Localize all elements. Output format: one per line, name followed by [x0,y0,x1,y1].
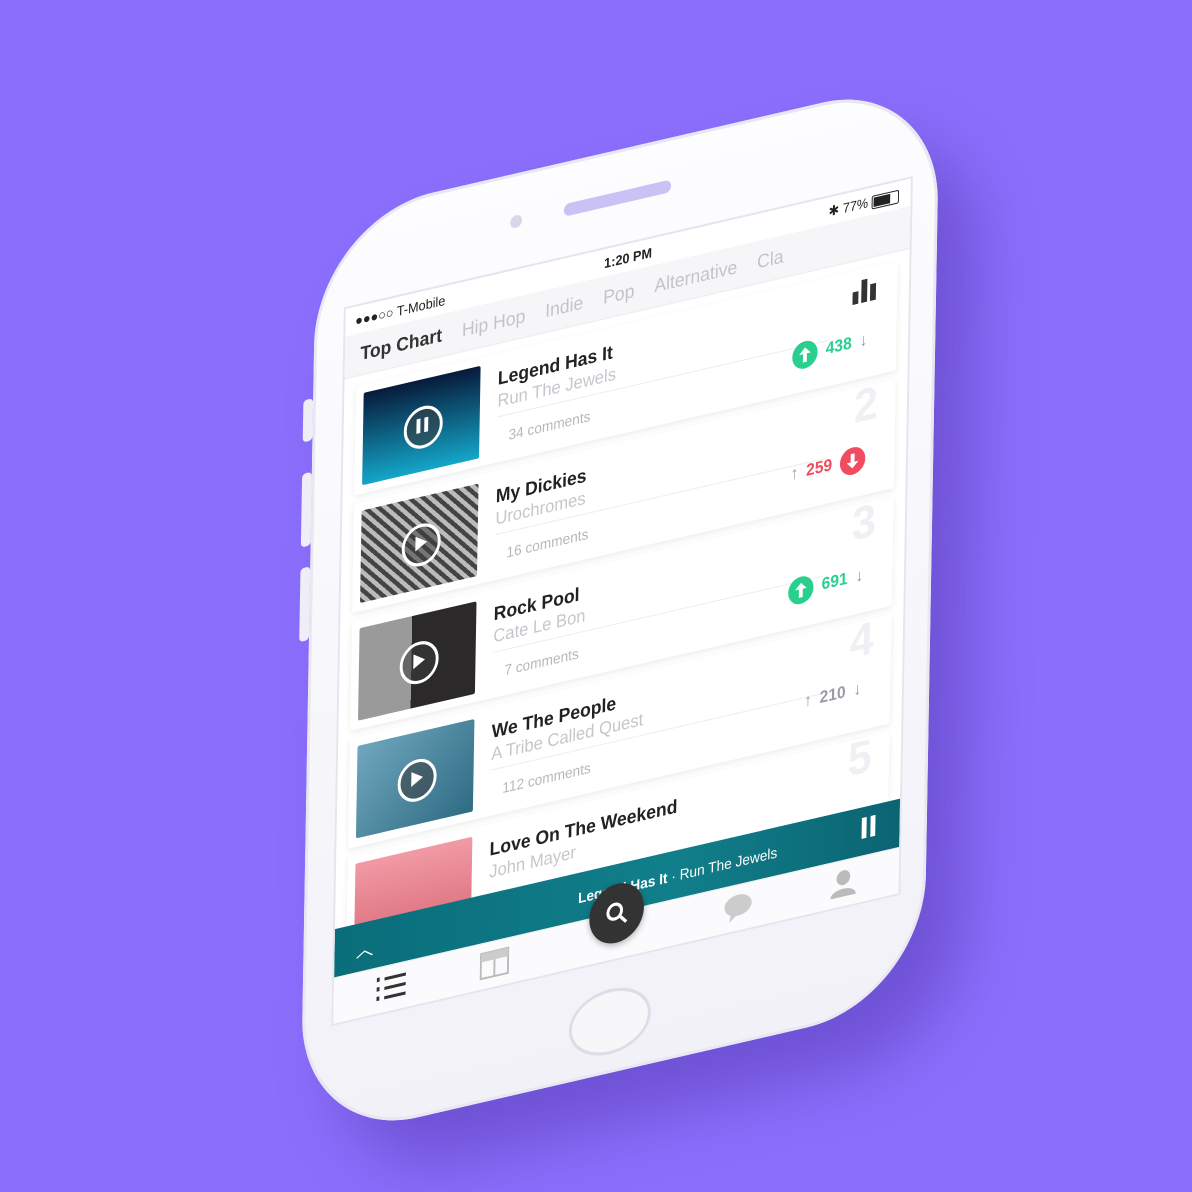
comment-count[interactable]: 34 comments [508,407,590,443]
feed-icon[interactable] [479,946,510,985]
downvote-icon[interactable]: ↓ [853,680,861,701]
album-cover[interactable] [362,365,481,486]
upvote-icon[interactable] [792,338,819,372]
app-screen: ●●●○○ T-Mobile 1:20 PM ✱ 77% Top Chart H… [331,175,913,1027]
play-icon[interactable] [397,754,437,806]
comment-count[interactable]: 7 comments [504,645,579,679]
comment-count[interactable]: 16 comments [506,525,588,561]
phone-frame: ●●●○○ T-Mobile 1:20 PM ✱ 77% Top Chart H… [299,75,940,1145]
battery-percent: 77% [842,194,869,217]
search-icon [606,902,628,923]
now-playing-separator: · [671,867,677,886]
rank-number: 2 [853,376,879,434]
play-icon[interactable] [399,637,440,689]
album-cover[interactable] [360,483,479,604]
stage: ●●●○○ T-Mobile 1:20 PM ✱ 77% Top Chart H… [0,0,1192,1192]
volume-down-button [299,566,311,643]
play-icon[interactable] [401,519,442,571]
chevron-up-icon[interactable]: ︿ [356,933,374,964]
downvote-icon[interactable] [839,444,866,478]
pause-icon[interactable] [403,401,444,453]
mute-switch [302,398,314,443]
upvote-icon[interactable] [788,573,815,607]
album-cover[interactable] [357,601,477,721]
bluetooth-icon: ✱ [828,201,840,220]
vote-controls: ↑ 210 ↓ [804,680,862,712]
chat-bubble-icon[interactable] [723,890,753,929]
vote-count: 438 [825,334,852,359]
rank-number: 4 [849,612,875,670]
pause-icon[interactable] [860,814,876,845]
vote-count: 259 [805,456,833,481]
vote-controls: 691 ↓ [788,562,863,607]
tab-classical[interactable]: Cla [757,235,784,283]
vote-count: 210 [819,683,846,708]
tab-indie[interactable]: Indie [545,281,584,332]
vote-count: 691 [821,569,848,594]
upvote-icon[interactable]: ↑ [790,464,798,485]
home-button[interactable] [568,979,652,1064]
ranked-list-icon[interactable] [376,970,406,1009]
volume-up-button [300,471,312,548]
battery-icon [871,189,900,210]
downvote-icon[interactable]: ↓ [859,331,867,352]
album-cover[interactable] [355,718,475,839]
rank-number: 3 [851,494,877,552]
rank-number: 5 [847,729,873,787]
now-playing-artist: Run The Jewels [679,843,778,884]
front-camera [510,213,523,230]
tab-pop[interactable]: Pop [603,270,635,319]
profile-icon[interactable] [830,866,856,904]
upvote-icon[interactable]: ↑ [804,691,812,712]
earpiece-speaker [563,179,672,217]
vote-controls: 438 ↓ [792,327,867,372]
downvote-icon[interactable]: ↓ [855,566,863,587]
vote-controls: ↑ 259 [790,444,866,489]
bar-chart-icon[interactable] [852,276,878,310]
